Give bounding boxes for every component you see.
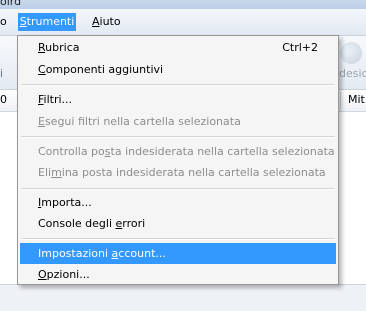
window-title: oird xyxy=(0,0,22,8)
menu-item-text: Impostazioni xyxy=(38,247,112,260)
menu-item-esegui-filtri[interactable]: Esegui filtri nella cartella selezionata xyxy=(20,111,336,132)
menu-item-componenti-aggiuntivi[interactable]: Componenti aggiuntivi xyxy=(20,59,336,80)
menu-item-text: Console degli xyxy=(38,217,116,230)
menubar-strumenti-rest: trumenti xyxy=(26,15,75,28)
menu-item-text: Eli xyxy=(38,166,52,179)
menu-item-impostazioni-account[interactable]: Impostazioni account... xyxy=(20,243,336,264)
menubar-item-aiuto[interactable]: Aiuto xyxy=(88,13,125,31)
menu-item-mnemonic: O xyxy=(38,268,47,281)
menubar-aiuto-mnemonic: A xyxy=(92,15,100,28)
menu-item-controlla-posta-indesiderata[interactable]: Controlla posta indesiderata nella carte… xyxy=(20,141,336,162)
menu-item-mnemonic: E xyxy=(38,115,45,128)
flame-icon[interactable] xyxy=(340,42,362,64)
strumenti-menu: Rubrica Ctrl+2 Componenti aggiuntivi Fil… xyxy=(17,35,339,285)
menu-item-text: pzioni... xyxy=(46,268,90,281)
menu-item-text: mporta... xyxy=(41,196,92,209)
menu-item-mnemonic: C xyxy=(38,63,46,76)
menubar: o Strumenti Aiuto xyxy=(0,9,366,36)
menu-separator xyxy=(21,84,335,86)
menu-item-text: ina posta indesiderata nella cartella se… xyxy=(61,166,326,179)
menubar-item-strumenti[interactable]: Strumenti xyxy=(18,13,76,31)
menu-item-filtri[interactable]: Filtri... xyxy=(20,89,336,110)
menubar-item-partial[interactable]: o xyxy=(0,13,11,31)
menu-item-console-errori[interactable]: Console degli errori xyxy=(20,213,336,234)
menu-item-text: ccount... xyxy=(118,247,166,260)
menu-item-opzioni[interactable]: Opzioni... xyxy=(20,264,336,285)
menu-item-importa[interactable]: Importa... xyxy=(20,192,336,213)
menu-item-text: Controlla po xyxy=(38,145,105,158)
menu-item-rubrica[interactable]: Rubrica Ctrl+2 xyxy=(20,37,336,58)
menu-item-text: ta indesiderata nella cartella seleziona… xyxy=(110,145,335,158)
menu-item-shortcut: Ctrl+2 xyxy=(282,41,318,54)
toolbar-label-indesiderata[interactable]: desic xyxy=(339,67,366,80)
status-bar xyxy=(0,284,366,311)
menu-item-text: iltri... xyxy=(43,93,73,106)
menu-separator xyxy=(21,188,335,190)
menu-item-elimina-posta-indesiderata[interactable]: Elimina posta indesiderata nella cartell… xyxy=(20,162,336,183)
column-divider[interactable] xyxy=(340,92,341,109)
column-header-mittente[interactable]: Mit xyxy=(348,93,365,106)
menu-separator xyxy=(21,238,335,240)
column-header-partial[interactable]: 0 xyxy=(0,93,7,106)
menubar-strumenti-mnemonic: S xyxy=(19,15,27,28)
window-titlebar: oird xyxy=(0,0,366,9)
menu-item-text: omponenti aggiuntivi xyxy=(45,63,164,76)
menu-item-text: rrori xyxy=(122,217,146,230)
menu-item-text: ubrica xyxy=(45,41,80,54)
menu-separator xyxy=(21,136,335,138)
menu-item-text: segui filtri nella cartella selezionata xyxy=(44,115,241,128)
menubar-aiuto-rest: iuto xyxy=(99,15,121,28)
toolbar-label-partial[interactable]: i xyxy=(0,67,3,80)
menu-item-mnemonic: m xyxy=(51,166,62,179)
